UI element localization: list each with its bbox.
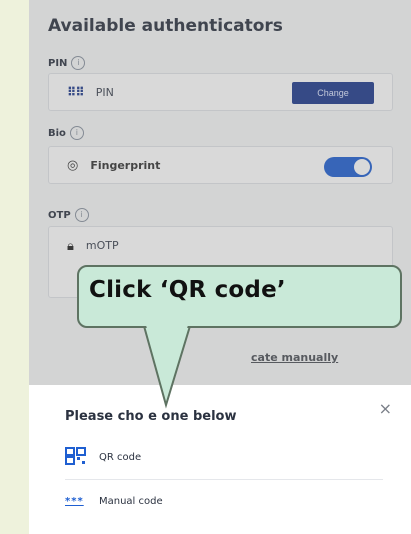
divider: [65, 479, 383, 480]
sheet-title: Please cho e one below: [65, 409, 237, 424]
option-manual-code[interactable]: *** Manual code: [65, 481, 383, 521]
option-qr-code[interactable]: QR code: [65, 437, 383, 477]
qr-code-label: QR code: [99, 451, 142, 463]
manual-code-label: Manual code: [99, 495, 163, 507]
close-icon[interactable]: ×: [379, 399, 392, 418]
choose-method-sheet: Please cho e one below × QR code *** Man…: [29, 385, 411, 534]
qr-code-icon: [65, 446, 87, 468]
callout-text: Click ‘QR code’: [89, 277, 286, 303]
instruction-callout: Click ‘QR code’: [77, 265, 402, 328]
manual-code-icon: ***: [65, 495, 84, 507]
